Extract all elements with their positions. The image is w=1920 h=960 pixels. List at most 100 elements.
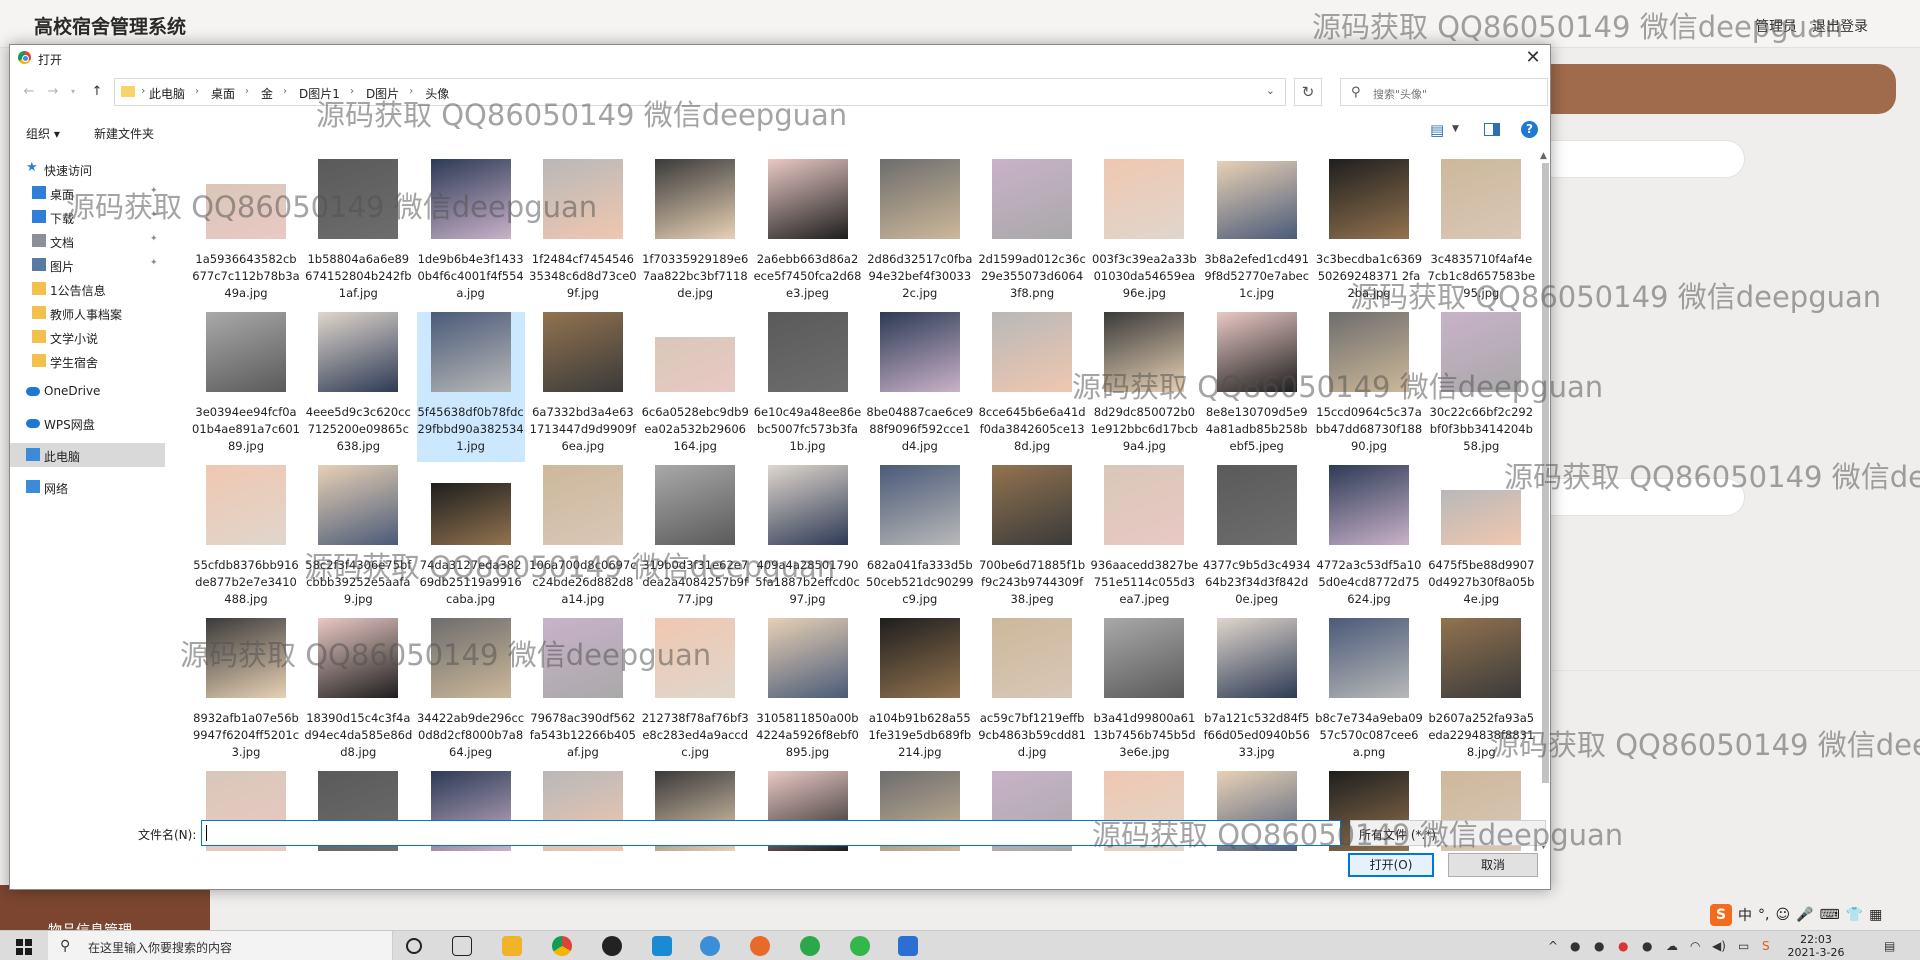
file-item[interactable]: 8be04887cae6ce988f9096f592cce1d4.jpg — [866, 312, 974, 462]
file-item[interactable]: 79678ac390df562fa543b12266b405af.jpg — [529, 618, 637, 768]
new-folder-button[interactable]: 新建文件夹 — [94, 125, 154, 142]
breadcrumb-item[interactable]: D图片1 › — [299, 85, 366, 102]
nav-item[interactable]: ★ 快速访问 — [10, 157, 165, 181]
preview-pane-icon[interactable] — [1484, 123, 1500, 136]
vertical-scrollbar[interactable]: ▲ ▼ — [1540, 151, 1551, 851]
scroll-up-icon[interactable]: ▲ — [1540, 151, 1547, 161]
file-item[interactable]: 1de9b6b4e3f14330b4f6c4001f4f554a.jpg — [417, 159, 525, 309]
file-item[interactable]: 74da3127eda38269db25119a9916caba.jpg — [417, 465, 525, 615]
file-item[interactable]: 2d86d32517c0fba94e32bef4f300332c.jpg — [866, 159, 974, 309]
mic-icon[interactable]: 🎤 — [1796, 907, 1813, 923]
app-search-field[interactable] — [1540, 140, 1745, 178]
cancel-button[interactable]: 取消 — [1448, 853, 1538, 877]
volume-icon[interactable]: ◀) — [1712, 939, 1726, 953]
file-item[interactable]: ac59c7bf1219effb9cb4863b59cdd81d.jpg — [978, 618, 1086, 768]
qq-tray-icon[interactable]: ● — [1570, 939, 1580, 953]
file-item[interactable]: a104b91b628a551fe319e5db689fb214.jpg — [866, 618, 974, 768]
file-explorer-icon[interactable] — [502, 936, 522, 956]
chevron-up-icon[interactable]: ^ — [1548, 939, 1558, 953]
file-item[interactable]: 55cfdb8376bb916de877b2e7e3410488.jpg — [192, 465, 300, 615]
windows-start-icon[interactable] — [16, 939, 32, 955]
nav-item[interactable]: 教师人事档案 — [10, 301, 165, 325]
chevron-right-icon[interactable]: › — [141, 84, 145, 97]
nav-item[interactable]: OneDrive — [10, 379, 165, 403]
browser-icon[interactable] — [800, 936, 820, 956]
file-item[interactable]: 212738f78af76bf3e8c283ed4a9accdc.jpg — [641, 618, 749, 768]
file-item[interactable]: 682a041fa333d5b50ceb521dc90299c9.jpg — [866, 465, 974, 615]
file-item[interactable]: 319b0d3f31e62e7dea2a4084257b9f77.jpg — [641, 465, 749, 615]
file-item[interactable]: 4377c9b5d3c493464b23f34d3f842d0e.jpeg — [1203, 465, 1311, 615]
file-item[interactable]: 30c22c66bf2c292bf0f3bb3414204b58.jpg — [1427, 312, 1535, 462]
current-user[interactable]: 管理员 — [1755, 16, 1797, 36]
file-item[interactable]: 2d1599ad012c36c29e355073d60643f8.png — [978, 159, 1086, 309]
file-item[interactable]: 4772a3c53df5a105d0e4cd8772d75624.jpg — [1315, 465, 1423, 615]
file-item[interactable]: 8cce645b6e6a41df0da3842605ce138d.jpg — [978, 312, 1086, 462]
nav-item[interactable]: 1公告信息 — [10, 277, 165, 301]
nav-item[interactable]: 此电脑 — [10, 443, 165, 467]
history-chevron-icon[interactable]: ▾ — [64, 83, 82, 101]
search-box[interactable]: ⚲ 搜索"头像" — [1340, 78, 1548, 106]
file-item[interactable]: 5f45638df0b78fdc29fbbd90a3825341.jpg — [416, 312, 525, 462]
scrollbar-thumb[interactable] — [1542, 163, 1549, 783]
qq-icon[interactable] — [602, 936, 622, 956]
up-arrow-icon[interactable]: ↑ — [88, 83, 106, 101]
cortana-icon[interactable] — [406, 938, 422, 954]
nav-item[interactable]: 桌面 ✦ — [10, 181, 165, 205]
tray-app-icon[interactable]: ● — [1618, 939, 1628, 953]
file-item[interactable]: 1b58804a6a6e89674152804b242fb1af.jpg — [304, 159, 412, 309]
filetype-select[interactable]: 所有文件 (*.*) — [1350, 820, 1546, 846]
file-item[interactable]: 3b8a2efed1cd4919f8d52770e7abec1c.jpg — [1203, 159, 1311, 309]
file-item[interactable]: 3c4835710f4af4e7cb1c8d657583be95.jpg — [1427, 159, 1535, 309]
ime-mode[interactable]: 中 — [1738, 905, 1752, 925]
file-item[interactable]: 6e10c49a48ee86ebc5007fc573b3fa1b.jpg — [754, 312, 862, 462]
app-form-field[interactable] — [1540, 478, 1745, 516]
dialog-titlebar[interactable]: 打开 ✕ — [10, 45, 1550, 71]
breadcrumb-item[interactable]: 头像 — [425, 85, 449, 102]
chevron-down-icon[interactable]: ▼ — [1452, 124, 1459, 134]
nav-item[interactable]: 网络 — [10, 475, 165, 499]
chevron-down-icon[interactable]: ⌄ — [1266, 84, 1275, 97]
taskbar-search[interactable]: ⚲ 在这里输入你要搜索的内容 — [48, 931, 393, 960]
tray-app-icon[interactable]: ● — [1642, 939, 1652, 953]
notification-icon[interactable]: ▤ — [1884, 939, 1895, 953]
file-item[interactable]: 1f70335929189e67aa822bc3bf7118de.jpg — [641, 159, 749, 309]
chevron-right-icon[interactable]: › — [409, 86, 413, 102]
close-button[interactable]: ✕ — [1522, 47, 1544, 69]
sogou-tray-icon[interactable]: S — [1762, 939, 1770, 953]
file-item[interactable]: 18390d15c4c3f4ad94ec4da585e86dd8.jpg — [304, 618, 412, 768]
file-item[interactable]: 6c6a0528ebc9db9ea02a532b29606164.jpg — [641, 312, 749, 462]
qq-tray-icon[interactable]: ● — [1594, 939, 1604, 953]
file-item[interactable]: 003f3c39ea2a33b01030da54659ea96e.jpg — [1090, 159, 1198, 309]
firefox-icon[interactable] — [750, 936, 770, 956]
wifi-icon[interactable]: ◠ — [1690, 939, 1700, 953]
back-arrow-icon[interactable]: ← — [20, 83, 38, 101]
organize-menu[interactable]: 组织 ▾ — [26, 125, 60, 142]
chevron-right-icon[interactable]: › — [245, 86, 249, 102]
nav-item[interactable]: 学生宿舍 — [10, 349, 165, 373]
logout-link[interactable]: 退出登录 — [1812, 16, 1868, 36]
sogou-ime-icon[interactable]: S — [1710, 904, 1732, 926]
filename-input[interactable] — [201, 820, 1341, 846]
file-item[interactable]: 4eee5d9c3c620cc7125200e09865c638.jpg — [304, 312, 412, 462]
clock[interactable]: 22:03 2021-3-26 — [1786, 933, 1846, 959]
open-button[interactable]: 打开(O) — [1348, 853, 1434, 877]
refresh-icon[interactable]: ↻ — [1294, 78, 1322, 106]
skin-icon[interactable]: 👕 — [1846, 907, 1863, 923]
punctuation-icon[interactable]: °, — [1758, 907, 1769, 923]
file-item[interactable]: b3a41d99800a6113b7456b745b5d3e6e.jpg — [1090, 618, 1198, 768]
file-item[interactable]: 700be6d71885f1bf9c243b9744309f38.jpeg — [978, 465, 1086, 615]
file-item[interactable]: 58c2f3f4306e75bfcbbb39252e5aafa9.jpg — [304, 465, 412, 615]
emoji-icon[interactable]: ☺ — [1775, 907, 1790, 923]
cloud-icon[interactable]: ☁ — [1666, 939, 1678, 953]
nav-item[interactable]: WPS网盘 — [10, 411, 165, 435]
file-item[interactable]: b7a121c532d84f5f66d05ed0940b5633.jpg — [1203, 618, 1311, 768]
file-item[interactable]: b8c7e734a9eba0957c570c087cee6a.png — [1315, 618, 1423, 768]
address-bar[interactable]: › 此电脑 › 桌面 › 金 › D图片1 › D图片 › 头像 ⌄ — [114, 78, 1286, 106]
nav-item[interactable]: 文档 ✦ — [10, 229, 165, 253]
file-item[interactable]: 1a5936643582cb677c7c112b78b3a49a.jpg — [192, 159, 300, 309]
file-item[interactable]: 2a6ebb663d86a2ece5f7450fca2d68e3.jpeg — [754, 159, 862, 309]
keyboard-icon[interactable]: ⌨ — [1820, 907, 1840, 923]
file-item[interactable]: 409a4a285017905fa1887b2effcd0c97.jpg — [754, 465, 862, 615]
file-item[interactable]: 15ccd0964c5c37abb47dd68730f18890.jpg — [1315, 312, 1423, 462]
chevron-right-icon[interactable]: › — [350, 86, 354, 102]
